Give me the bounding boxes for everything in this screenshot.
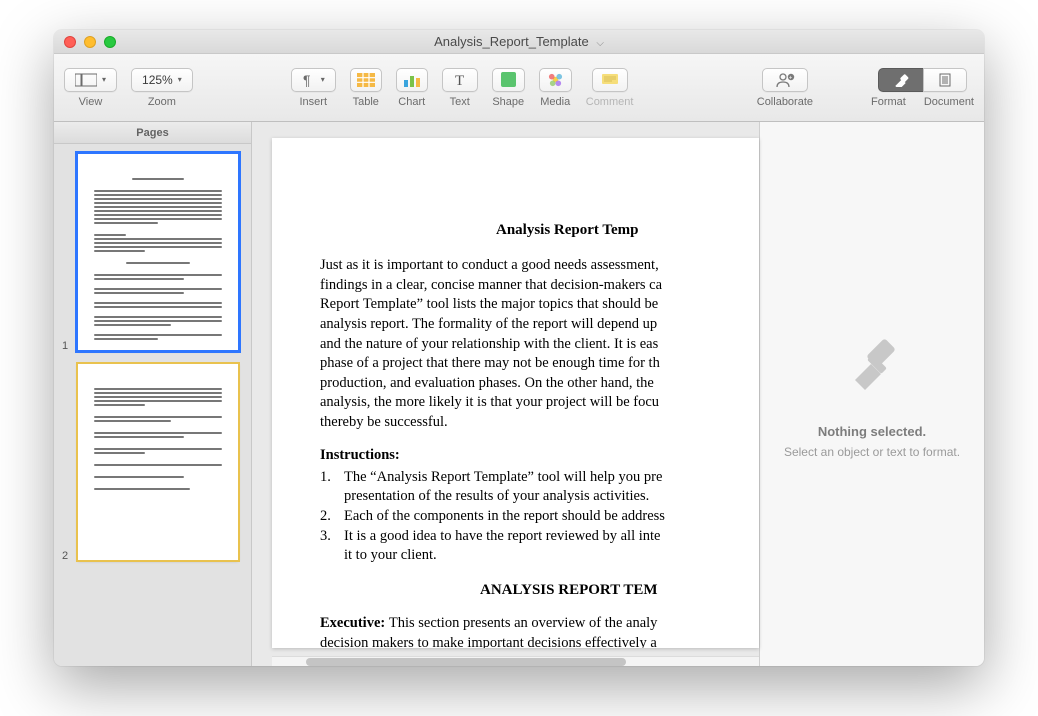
shape-icon <box>501 72 516 87</box>
titlebar: Analysis_Report_Template ⌵ <box>54 30 984 54</box>
table-icon <box>357 73 375 87</box>
instructions-heading: Instructions: <box>320 447 400 463</box>
table-label: Table <box>353 96 379 108</box>
svg-text:¶: ¶ <box>303 73 311 87</box>
thumbnails: 1 <box>54 144 251 666</box>
insert-group: ¶ ▾ Insert <box>291 68 336 108</box>
scrollbar-thumb[interactable] <box>306 658 626 666</box>
insert-label: Insert <box>299 96 327 108</box>
comment-label: Comment <box>586 96 634 108</box>
table-button[interactable] <box>350 68 382 92</box>
zoom-button[interactable]: 125% ▾ <box>131 68 193 92</box>
shape-group: Shape <box>492 68 525 108</box>
media-group: Media <box>539 68 572 108</box>
chevron-down-icon: ▾ <box>102 75 106 84</box>
doc-title: Analysis Report Temp <box>320 220 759 240</box>
page-number: 2 <box>62 550 68 562</box>
document-button[interactable] <box>923 68 967 92</box>
comment-group: Comment <box>586 68 634 108</box>
media-label: Media <box>540 96 570 108</box>
horizontal-scrollbar[interactable] <box>272 656 759 666</box>
intro-paragraph: Just as it is important to conduct a goo… <box>320 256 759 432</box>
comment-icon <box>601 73 619 87</box>
format-brush-icon <box>837 330 907 400</box>
inspector-headline: Nothing selected. <box>818 424 926 439</box>
insert-button[interactable]: ¶ ▾ <box>291 68 336 92</box>
view-label: View <box>79 96 103 108</box>
text-group: T Text <box>442 68 478 108</box>
content-area: Pages 1 <box>54 122 984 666</box>
view-button[interactable]: ▾ <box>64 68 117 92</box>
text-label: Text <box>450 96 470 108</box>
comment-button[interactable] <box>592 68 628 92</box>
view-icon <box>75 73 97 87</box>
zoom-label: Zoom <box>148 96 176 108</box>
chart-button[interactable] <box>396 68 428 92</box>
executive-paragraph: Executive: This section presents an over… <box>320 614 759 648</box>
section-title: ANALYSIS REPORT TEM <box>320 580 759 600</box>
document-icon <box>938 73 952 87</box>
svg-text:+: + <box>789 75 793 81</box>
media-icon <box>548 72 563 87</box>
format-inspector: Nothing selected. Select an object or te… <box>759 122 984 666</box>
chevron-down-icon: ⌵ <box>596 38 604 49</box>
pilcrow-icon: ¶ <box>302 73 316 87</box>
chevron-down-icon: ▾ <box>178 75 182 84</box>
toolbar: ▾ View 125% ▾ Zoom ¶ ▾ Insert <box>54 54 984 122</box>
page-number: 1 <box>62 340 68 352</box>
format-button[interactable] <box>878 68 923 92</box>
table-group: Table <box>350 68 382 108</box>
page-thumbnail-1[interactable]: 1 <box>64 154 241 350</box>
document-canvas[interactable]: Analysis Report Temp Just as it is impor… <box>252 122 759 666</box>
format-brush-icon <box>893 73 909 87</box>
page-thumbnail-2[interactable]: 2 <box>64 364 241 560</box>
shape-label: Shape <box>492 96 524 108</box>
zoom-value: 125% <box>142 73 173 87</box>
document-label: Document <box>924 96 974 108</box>
collaborate-label: Collaborate <box>757 96 813 108</box>
collaborate-group: + Collaborate <box>757 68 813 108</box>
chart-icon <box>403 73 421 87</box>
svg-text:T: T <box>455 73 464 87</box>
shape-button[interactable] <box>492 68 525 92</box>
collaborate-button[interactable]: + <box>762 68 808 92</box>
chart-label: Chart <box>398 96 425 108</box>
window-title[interactable]: Analysis_Report_Template ⌵ <box>54 34 984 49</box>
pages-sidebar: Pages 1 <box>54 122 252 666</box>
text-icon: T <box>453 73 467 87</box>
instructions-list: 1.The “Analysis Report Template” tool wi… <box>320 468 759 566</box>
document-page[interactable]: Analysis Report Temp Just as it is impor… <box>272 138 759 648</box>
inspector-subtext: Select an object or text to format. <box>784 445 960 459</box>
chevron-down-icon: ▾ <box>321 75 325 84</box>
view-group: ▾ View <box>64 68 117 108</box>
app-window: Analysis_Report_Template ⌵ ▾ View 125% ▾… <box>54 30 984 666</box>
format-group: Format Document <box>871 68 974 108</box>
text-button[interactable]: T <box>442 68 478 92</box>
zoom-group: 125% ▾ Zoom <box>131 68 193 108</box>
sidebar-title: Pages <box>54 122 251 144</box>
document-name: Analysis_Report_Template <box>434 34 589 49</box>
format-label: Format <box>871 96 906 108</box>
collaborate-icon: + <box>775 72 795 88</box>
chart-group: Chart <box>396 68 428 108</box>
media-button[interactable] <box>539 68 572 92</box>
